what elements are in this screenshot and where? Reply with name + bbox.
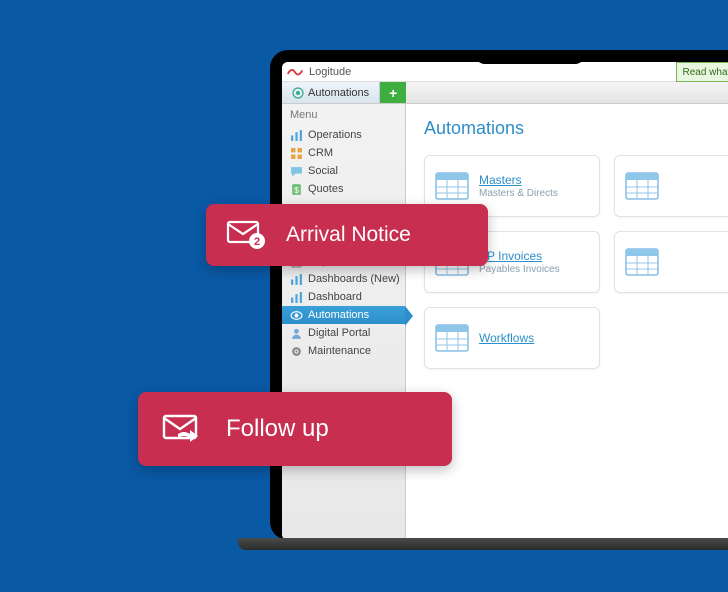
table-icon (625, 172, 659, 200)
titlebar: Logitude Read what is new in (282, 62, 728, 82)
card-workflows[interactable]: Workflows (424, 307, 600, 369)
sidebar-item-label: Social (308, 165, 338, 177)
sidebar-item-automations[interactable]: Automations (282, 306, 405, 324)
card-card[interactable] (614, 155, 728, 217)
dollar-icon: $ (290, 183, 303, 195)
arrival-notice-label: Arrival Notice (286, 223, 411, 247)
follow-up-chip[interactable]: Follow up (138, 392, 452, 466)
sidebar-item-label: Maintenance (308, 345, 371, 357)
sidebar-item-social[interactable]: Social (282, 162, 405, 180)
menu-header: Menu (282, 104, 405, 126)
table-icon (625, 248, 659, 276)
eye-icon (292, 87, 304, 99)
grid-yellow-icon (290, 147, 303, 159)
table-icon (435, 172, 469, 200)
bars-blue-icon (290, 291, 303, 303)
mail-forward-icon (162, 414, 204, 444)
page-title: Automations (424, 118, 728, 139)
add-tab-button[interactable]: + (380, 82, 406, 103)
whats-new-label: Read what is new in (683, 67, 728, 78)
bubble-icon (290, 165, 303, 177)
mail-badge-icon: 2 (226, 220, 268, 250)
sidebar-item-digital-portal[interactable]: Digital Portal (282, 324, 405, 342)
main-area: Automations MastersMasters & Directs AP I… (406, 104, 728, 540)
sidebar-item-operations[interactable]: Operations (282, 126, 405, 144)
sidebar-item-quotes[interactable]: $ Quotes (282, 180, 405, 198)
svg-text:$: $ (294, 184, 299, 194)
sidebar-item-label: Dashboards (New) (308, 273, 400, 285)
sidebar-item-label: Dashboard (308, 291, 362, 303)
table-icon (435, 324, 469, 352)
sidebar-item-label: Operations (308, 129, 362, 141)
eye-icon (290, 309, 303, 321)
gear-icon (290, 345, 303, 357)
laptop-notch (475, 50, 585, 64)
sidebar-item-dashboards-new[interactable]: Dashboards (New) (282, 270, 405, 288)
bars-blue-icon (290, 273, 303, 285)
sidebar-item-dashboard[interactable]: Dashboard (282, 288, 405, 306)
sidebar-item-label: Automations (308, 309, 369, 321)
tab-automations[interactable]: Automations (282, 82, 380, 103)
card-card[interactable] (614, 231, 728, 293)
bars-blue-icon (290, 129, 303, 141)
card-title: Masters (479, 173, 558, 187)
sidebar-item-maintenance[interactable]: Maintenance (282, 342, 405, 360)
person-icon (290, 327, 303, 339)
sidebar-item-label: Quotes (308, 183, 343, 195)
app-screen: Logitude Read what is new in Automations… (282, 62, 728, 540)
app-name: Logitude (309, 66, 351, 78)
sidebar-item-crm[interactable]: CRM (282, 144, 405, 162)
laptop-frame: Logitude Read what is new in Automations… (270, 50, 728, 540)
laptop-base (238, 538, 728, 550)
tab-strip: Automations + (282, 82, 728, 104)
card-title: AP Invoices (479, 249, 560, 263)
arrival-notice-chip[interactable]: 2 Arrival Notice (206, 204, 488, 266)
tab-label: Automations (308, 87, 369, 99)
sidebar-item-label: CRM (308, 147, 333, 159)
sidebar-item-label: Digital Portal (308, 327, 370, 339)
card-title: Workflows (479, 331, 534, 345)
card-subtitle: Payables Invoices (479, 264, 560, 275)
sidebar: Menu OperationsCRMSocial$QuotesFiling In… (282, 104, 406, 540)
whats-new-banner[interactable]: Read what is new in (676, 62, 728, 82)
follow-up-label: Follow up (226, 415, 329, 443)
card-subtitle: Masters & Directs (479, 188, 558, 199)
app-logo-icon (286, 65, 304, 79)
svg-text:2: 2 (254, 236, 260, 248)
